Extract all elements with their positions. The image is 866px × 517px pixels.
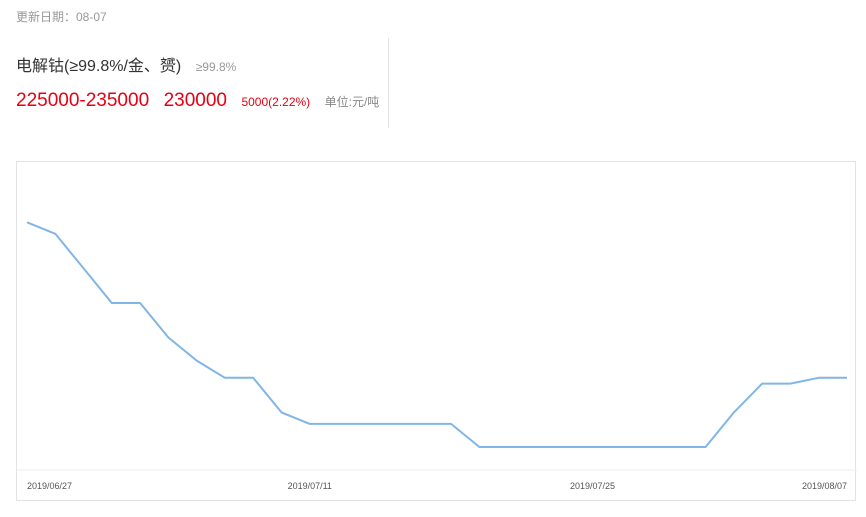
update-date: 更新日期：08-07 (16, 10, 107, 24)
price-range: 225000-235000 (16, 90, 150, 111)
price-row: 225000-235000 230000 5000(2.22%) 单位:元/吨 (16, 90, 379, 112)
product-title-row: 电解钴(≥99.8%/金、赟) ≥99.8% (16, 52, 236, 76)
page: 更新日期：08-07 电解钴(≥99.8%/金、赟) ≥99.8% 225000… (0, 0, 866, 517)
price-info-panel: 电解钴(≥99.8%/金、赟) ≥99.8% 225000-235000 230… (16, 38, 389, 128)
x-tick-label: 2019/08/07 (802, 481, 847, 491)
price-unit: 单位:元/吨 (324, 95, 380, 109)
x-tick-label: 2019/06/27 (27, 481, 72, 491)
x-tick-label: 2019/07/11 (288, 481, 332, 491)
product-name: 电解钴(≥99.8%/金、赟) (16, 58, 182, 75)
price-change: 5000(2.22%) (241, 95, 311, 109)
price-series-line (26, 221, 847, 448)
price-line-chart[interactable]: 2019/06/27 2019/07/11 2019/07/25 2019/08/07 (17, 162, 857, 502)
price-chart-panel: 2019/06/27 2019/07/11 2019/07/25 2019/08/07 (16, 161, 857, 502)
x-tick-label: 2019/07/25 (570, 481, 615, 491)
product-purity: ≥99.8% (195, 60, 237, 74)
price-average: 230000 (163, 90, 227, 111)
